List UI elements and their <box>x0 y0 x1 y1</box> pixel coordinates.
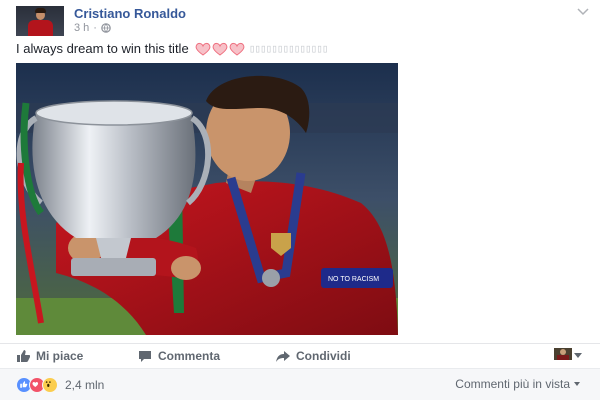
thumbs-up-icon <box>17 350 30 362</box>
action-bar: Mi piace Commenta Condividi <box>0 343 600 365</box>
trophy-base <box>71 258 156 276</box>
post-footer: 2,4 mln Commenti più in vista <box>0 368 600 400</box>
chevron-down-icon[interactable] <box>576 6 590 16</box>
comments-filter[interactable]: Commenti più in vista <box>455 377 580 391</box>
trophy-stem <box>96 238 131 258</box>
hearts <box>195 42 245 56</box>
share-icon <box>276 351 290 362</box>
like-label: Mi piace <box>36 349 84 363</box>
reactions[interactable]: 2,4 mln <box>16 377 104 393</box>
share-button[interactable]: Condividi <box>276 349 351 363</box>
heart-icon <box>195 42 211 56</box>
wow-icon <box>42 377 58 393</box>
post-time[interactable]: 3 h <box>74 22 89 34</box>
viewer-avatar[interactable] <box>554 348 572 360</box>
share-label: Condividi <box>296 349 351 363</box>
author-name[interactable]: Cristiano Ronaldo <box>74 6 186 21</box>
post-photo[interactable]: NO TO RACISM <box>16 63 398 335</box>
armband-text: NO TO RACISM <box>328 276 379 283</box>
comment-icon <box>139 351 151 362</box>
heart-icon <box>229 42 245 56</box>
caret-down-icon[interactable] <box>574 353 582 358</box>
post-text: I always dream to win this title <box>16 41 189 56</box>
post-text-row: I always dream to win this title ▯▯▯▯▯▯▯… <box>16 41 329 56</box>
trophy-cup <box>32 113 196 238</box>
facebook-post: Cristiano Ronaldo 3 h · I always dream t… <box>0 0 600 400</box>
dropdown-arrow-icon <box>574 382 580 386</box>
trophy-rim <box>35 100 193 126</box>
reaction-count[interactable]: 2,4 mln <box>65 378 104 392</box>
player-hand-right <box>171 256 201 280</box>
heart-icon <box>212 42 228 56</box>
medal <box>262 269 280 287</box>
avatar[interactable] <box>16 6 64 36</box>
globe-icon[interactable] <box>101 23 111 33</box>
comment-button[interactable]: Commenta <box>138 349 220 363</box>
unrendered-glyphs: ▯▯▯▯▯▯▯▯▯▯▯▯▯▯ <box>248 42 329 55</box>
post-meta: 3 h · <box>74 22 111 34</box>
avatar-shirt <box>28 20 53 36</box>
comment-label: Commenta <box>158 349 221 363</box>
meta-separator: · <box>93 22 97 34</box>
avatar-hair <box>35 8 46 13</box>
like-button[interactable]: Mi piace <box>16 349 83 363</box>
comments-filter-label: Commenti più in vista <box>455 377 570 391</box>
